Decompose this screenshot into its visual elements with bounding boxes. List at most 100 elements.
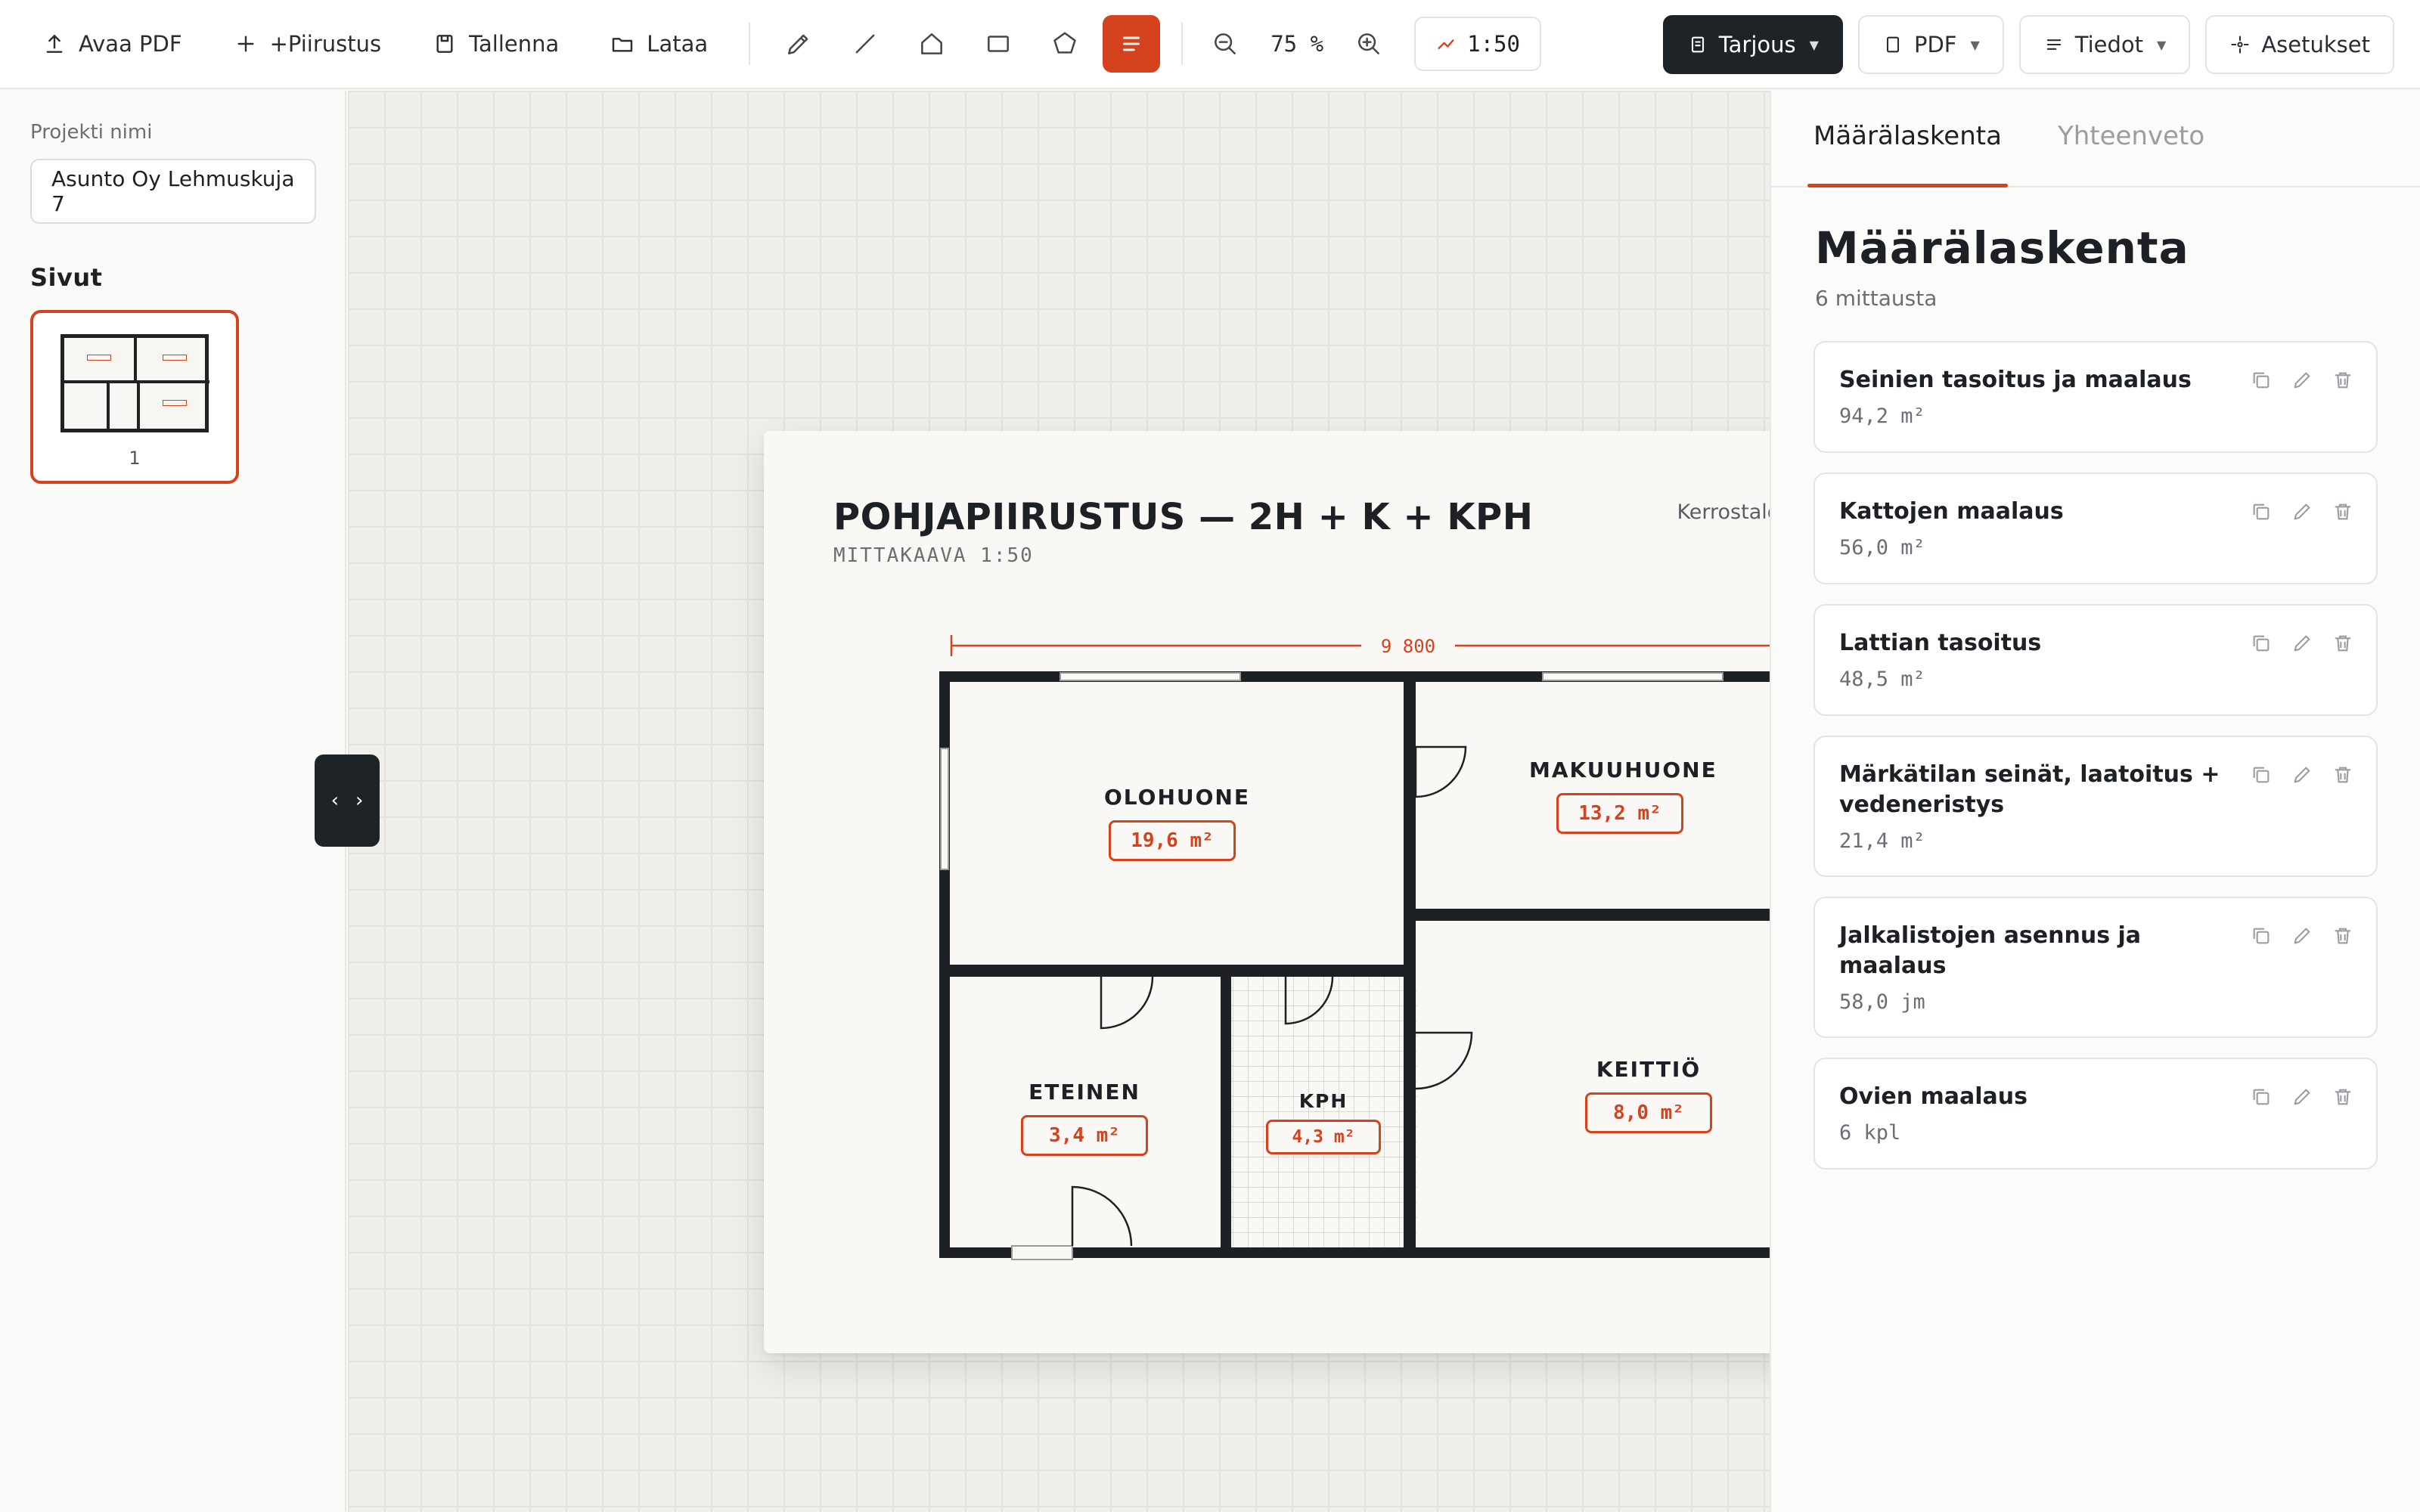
room-tool[interactable] bbox=[903, 15, 960, 73]
room-label-kph[interactable]: KPH 4,3 m² bbox=[1263, 1090, 1384, 1154]
measurement-card[interactable]: Jalkalistojen asennus ja maalaus 58,0 jm bbox=[1813, 897, 2378, 1038]
measurement-name: Jalkalistojen asennus ja maalaus bbox=[1839, 922, 2142, 979]
measurement-card[interactable]: Märkätilan seinät, laatoitus + vedeneris… bbox=[1813, 736, 2378, 877]
room-label-olohuone[interactable]: OLOHUONE 19,6 m² bbox=[1104, 785, 1250, 861]
zoom-in-button[interactable] bbox=[1346, 15, 1392, 73]
text-lines-icon bbox=[1123, 36, 1140, 51]
chevron-right-icon: › bbox=[355, 789, 364, 812]
tab-yhteenveto[interactable]: Yhteenveto bbox=[2058, 91, 2204, 186]
measurement-value: 58,0 jm bbox=[1839, 990, 1925, 1014]
chevron-down-icon: ▼ bbox=[2157, 37, 2167, 52]
edit-icon[interactable] bbox=[2290, 368, 2314, 392]
save-icon bbox=[436, 35, 453, 53]
info-label: Tiedot bbox=[2074, 32, 2144, 57]
save-label: Tallenna bbox=[469, 31, 560, 57]
add-drawing-label: +Piirustus bbox=[269, 31, 382, 57]
delete-icon[interactable] bbox=[2331, 924, 2355, 948]
copy-icon[interactable] bbox=[2249, 368, 2273, 392]
room-area-badge: 4,3 m² bbox=[1266, 1120, 1381, 1154]
copy-icon[interactable] bbox=[2249, 500, 2273, 524]
copy-icon[interactable] bbox=[2249, 763, 2273, 787]
measurement-name: Seinien tasoitus ja maalaus bbox=[1839, 367, 2192, 393]
room-label-makuuhuone[interactable]: MAKUUHUONE 13,2 m² bbox=[1529, 758, 1716, 834]
room-name: KPH bbox=[1298, 1090, 1348, 1112]
polygon-tool[interactable] bbox=[1036, 15, 1094, 73]
entrance-door-opening bbox=[1011, 1245, 1073, 1260]
measurement-card[interactable]: Seinien tasoitus ja maalaus 94,2 m² bbox=[1813, 341, 2378, 453]
load-button[interactable]: Lataa bbox=[595, 16, 723, 72]
room-area-badge: 13,2 m² bbox=[1556, 793, 1683, 834]
edit-icon[interactable] bbox=[2290, 763, 2314, 787]
offer-menu-button[interactable]: Tarjous ▼ bbox=[1662, 15, 1843, 74]
save-button[interactable]: Tallenna bbox=[417, 16, 574, 72]
measurement-card[interactable]: Lattian tasoitus 48,5 m² bbox=[1813, 604, 2378, 716]
room-name: ETEINEN bbox=[1028, 1080, 1140, 1105]
left-sidebar: Projekti nimi Asunto Oy Lehmuskuja 7 Siv… bbox=[0, 91, 346, 1512]
page-thumbnail[interactable]: 1 bbox=[30, 310, 239, 484]
page-number: 1 bbox=[129, 448, 141, 469]
line-tool[interactable] bbox=[836, 15, 894, 73]
delete-icon[interactable] bbox=[2331, 500, 2355, 524]
line-icon bbox=[855, 34, 875, 54]
open-pdf-button[interactable]: Avaa PDF bbox=[27, 16, 197, 72]
chevron-left-icon: ‹ bbox=[330, 789, 339, 812]
room-area-badge: 19,6 m² bbox=[1109, 820, 1236, 861]
measurement-card[interactable]: Kattojen maalaus 56,0 m² bbox=[1813, 472, 2378, 584]
tab-maaralaskenta[interactable]: Määrälaskenta bbox=[1807, 91, 2008, 187]
offer-label: Tarjous bbox=[1718, 32, 1796, 57]
zoom-out-icon bbox=[1215, 33, 1236, 54]
top-toolbar: Avaa PDF +Piirustus Tallenna Lataa 75 % bbox=[0, 0, 2420, 89]
edit-icon[interactable] bbox=[2290, 631, 2314, 655]
room-label-keittio[interactable]: KEITTIÖ 8,0 m² bbox=[1573, 1057, 1724, 1133]
measurement-actions bbox=[2249, 924, 2355, 948]
zoom-in-icon bbox=[1358, 33, 1380, 54]
trend-icon bbox=[1438, 39, 1454, 49]
copy-icon[interactable] bbox=[2249, 1085, 2273, 1109]
quantity-panel: Määrälaskenta Yhteenveto Määrälaskenta 6… bbox=[1770, 91, 2420, 1512]
copy-icon[interactable] bbox=[2249, 631, 2273, 655]
pencil-tool[interactable] bbox=[770, 15, 827, 73]
scale-selector[interactable]: 1:50 bbox=[1414, 17, 1541, 71]
edit-icon[interactable] bbox=[2290, 500, 2314, 524]
plus-icon bbox=[237, 36, 254, 52]
drawing-canvas[interactable]: ‹ › ‹ POHJAPIIRUSTUS — 2H + K + KPH MITT… bbox=[315, 91, 2049, 1512]
measurement-card[interactable]: Ovien maalaus 6 kpl bbox=[1813, 1058, 2378, 1170]
text-tool[interactable] bbox=[1103, 15, 1161, 73]
zoom-out-button[interactable] bbox=[1202, 15, 1248, 73]
settings-label: Asetukset bbox=[2261, 32, 2370, 57]
measurement-value: 21,4 m² bbox=[1839, 829, 1925, 853]
copy-icon[interactable] bbox=[2249, 924, 2273, 948]
project-name-input[interactable]: Asunto Oy Lehmuskuja 7 bbox=[30, 159, 316, 224]
delete-icon[interactable] bbox=[2331, 368, 2355, 392]
page-thumbnail-preview bbox=[60, 334, 209, 432]
pages-heading: Sivut bbox=[30, 263, 103, 292]
measurement-name: Märkätilan seinät, laatoitus + vedeneris… bbox=[1839, 761, 2220, 818]
dimension-label: 9 800 bbox=[1381, 636, 1435, 657]
delete-icon[interactable] bbox=[2331, 763, 2355, 787]
measurement-value: 56,0 m² bbox=[1839, 536, 1925, 559]
pdf-menu-button[interactable]: PDF ▼ bbox=[1857, 15, 2004, 74]
edit-icon[interactable] bbox=[2290, 924, 2314, 948]
measurement-count: 6 mittausta bbox=[1815, 286, 1938, 311]
edit-icon[interactable] bbox=[2290, 1085, 2314, 1109]
pentagon-icon bbox=[1053, 32, 1076, 54]
delete-icon[interactable] bbox=[2331, 1085, 2355, 1109]
measurement-actions bbox=[2249, 763, 2355, 787]
pencil-icon bbox=[788, 34, 808, 54]
document-icon bbox=[1691, 36, 1704, 53]
measurement-name: Kattojen maalaus bbox=[1839, 498, 2064, 525]
settings-button[interactable]: Asetukset bbox=[2205, 15, 2394, 74]
scale-value: 1:50 bbox=[1467, 31, 1520, 57]
add-drawing-button[interactable]: +Piirustus bbox=[219, 16, 397, 72]
rectangle-tool[interactable] bbox=[970, 15, 1027, 73]
open-pdf-label: Avaa PDF bbox=[79, 31, 182, 57]
measurement-actions bbox=[2249, 500, 2355, 524]
delete-icon[interactable] bbox=[2331, 631, 2355, 655]
project-name-label: Projekti nimi bbox=[30, 121, 153, 144]
room-name: OLOHUONE bbox=[1104, 785, 1250, 810]
pdf-label: PDF bbox=[1913, 32, 1957, 57]
measurement-name: Lattian tasoitus bbox=[1839, 630, 2042, 656]
left-panel-toggle[interactable]: ‹ › bbox=[315, 754, 380, 847]
info-menu-button[interactable]: Tiedot ▼ bbox=[2018, 15, 2191, 74]
room-label-eteinen[interactable]: ETEINEN 3,4 m² bbox=[1016, 1080, 1153, 1156]
